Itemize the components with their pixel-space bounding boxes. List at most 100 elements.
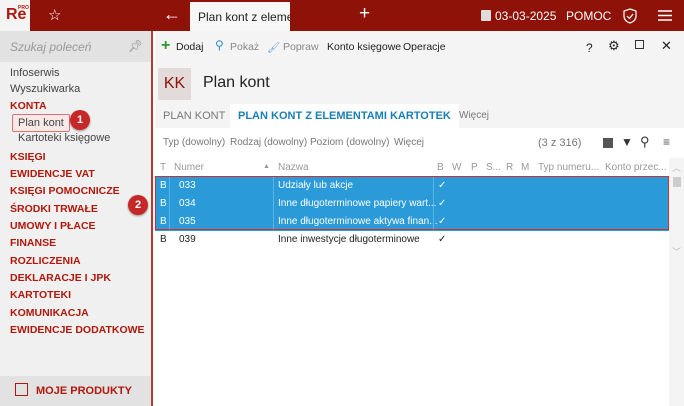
edit-brush-icon[interactable]: 🖌︎: [267, 41, 280, 54]
cell-b-check: ✓: [438, 198, 447, 209]
list-menu-icon[interactable]: ≡: [663, 135, 670, 149]
new-tab-plus-icon[interactable]: +: [359, 3, 370, 25]
calendar-icon[interactable]: [481, 10, 491, 21]
cell-t: B: [160, 216, 167, 227]
table-row[interactable]: B 033 Udziały lub akcje ✓: [155, 177, 669, 195]
top-bar: RePRO ☆ ← Plan kont z elementami kartote…: [0, 0, 684, 31]
shield-icon[interactable]: [623, 8, 637, 24]
sidebar-item-ewidencje-vat[interactable]: EWIDENCJE VAT: [10, 168, 95, 180]
sidebar-item-ksiegi[interactable]: KSIĘGI: [10, 151, 46, 163]
sidebar-item-kartoteki-ksiegowe[interactable]: Kartoteki księgowe: [18, 132, 110, 144]
add-icon[interactable]: +: [161, 37, 170, 55]
cell-b-check: ✓: [438, 216, 447, 227]
table-row[interactable]: B 039 Inne inwestycje długoterminowe ✓: [155, 231, 669, 249]
col-m[interactable]: M: [521, 162, 529, 173]
search-icon[interactable]: ⚲: [215, 38, 224, 52]
col-nazwa[interactable]: Nazwa: [278, 162, 309, 173]
cell-b-check: ✓: [438, 234, 447, 245]
sidebar-item-wyszukiwarka[interactable]: Wyszukiwarka: [10, 83, 80, 95]
document-tab[interactable]: Plan kont z elementami kartotek: [190, 2, 290, 31]
cell-b-check: ✓: [438, 180, 447, 191]
main-panel: + Dodaj ⚲ Pokaż 🖌︎ Popraw Konto księgowe…: [155, 31, 684, 406]
col-s[interactable]: S...: [486, 162, 501, 173]
edit-button[interactable]: Popraw: [283, 41, 319, 53]
cell-t: B: [160, 180, 167, 191]
col-typ-numeru[interactable]: Typ numeru...: [538, 162, 599, 173]
filter-funnel-icon[interactable]: ▼: [621, 135, 633, 149]
sidebar-item-umowy-i-place[interactable]: UMOWY I PŁACE: [10, 220, 96, 232]
cell-numer: 034: [179, 198, 196, 209]
products-icon: [15, 383, 28, 396]
table-header: T Numer ▲ Nazwa B W P S... R M Typ numer…: [155, 158, 669, 176]
sidebar-item-ksiegi-pomocnicze[interactable]: KSIĘGI POMOCNICZE: [10, 185, 120, 197]
cell-t: B: [160, 198, 167, 209]
search-placeholder: Szukaj poleceń: [10, 40, 92, 54]
table-row[interactable]: B 034 Inne długoterminowe papiery wart..…: [155, 195, 669, 213]
cell-numer: 033: [179, 180, 196, 191]
col-konto-przec[interactable]: Konto przec...: [605, 162, 667, 173]
sidebar-item-srodki-trwale[interactable]: ŚRODKI TRWAŁE: [10, 203, 98, 215]
tab-plan-kont-z-elementami[interactable]: PLAN KONT Z ELEMENTAMI KARTOTEK: [230, 104, 459, 128]
help-button[interactable]: ?: [586, 41, 593, 55]
sidebar-item-komunikacja[interactable]: KOMUNIKACJA: [10, 307, 89, 319]
restore-window-icon[interactable]: [635, 40, 644, 49]
filter-level[interactable]: Poziom (dowolny): [310, 137, 389, 148]
sidebar-item-infoserwis[interactable]: Infoserwis: [10, 67, 60, 79]
sidebar-item-ewidencje-dodatkowe[interactable]: EWIDENCJE DODATKOWE: [10, 324, 145, 336]
callout-1: 1: [70, 110, 90, 130]
view-tabs: PLAN KONT PLAN KONT Z ELEMENTAMI KARTOTE…: [155, 104, 684, 128]
tab-plan-kont[interactable]: PLAN KONT: [163, 110, 225, 122]
cell-nazwa: Inne długoterminowe papiery wart...: [278, 198, 437, 209]
cell-nazwa: Inne długoterminowe aktywa finan...: [278, 216, 438, 227]
col-numer[interactable]: Numer: [174, 162, 204, 173]
module-badge: KK: [158, 68, 191, 100]
sidebar-item-plan-kont[interactable]: Plan kont: [12, 114, 70, 132]
col-w[interactable]: W: [452, 162, 461, 173]
sidebar-item-rozliczenia[interactable]: ROZLICZENIA: [10, 255, 81, 267]
help-menu[interactable]: POMOC: [566, 9, 611, 23]
account-button[interactable]: Konto księgowe: [327, 41, 401, 53]
vertical-scrollbar[interactable]: ︿ ﹀: [669, 158, 684, 406]
sidebar-item-konta[interactable]: KONTA: [10, 100, 47, 112]
operations-button[interactable]: Operacje: [403, 41, 446, 53]
cell-numer: 039: [179, 234, 196, 245]
sort-asc-icon[interactable]: ▲: [263, 163, 270, 170]
callout-2: 2: [128, 195, 148, 215]
hamburger-menu-icon[interactable]: [658, 10, 672, 21]
col-t[interactable]: T: [160, 162, 166, 173]
app-logo[interactable]: Re PRO: [0, 0, 30, 31]
search-icon[interactable]: ⚲: [640, 134, 650, 150]
cell-nazwa: Inne inwestycje długoterminowe: [278, 234, 420, 245]
col-p[interactable]: P: [471, 162, 478, 173]
filter-bar: Typ (dowolny) Rodzaj (dowolny) Poziom (d…: [155, 128, 684, 158]
accounts-table: T Numer ▲ Nazwa B W P S... R M Typ numer…: [155, 158, 669, 406]
filter-type[interactable]: Typ (dowolny): [163, 137, 225, 148]
cell-numer: 035: [179, 216, 196, 227]
cell-t: B: [160, 234, 167, 245]
col-b[interactable]: B: [437, 162, 444, 173]
settings-gear-icon[interactable]: ⚙: [608, 38, 620, 54]
my-products-button[interactable]: MOJE PRODUKTY: [0, 376, 151, 406]
table-row[interactable]: B 035 Inne długoterminowe aktywa finan..…: [155, 213, 669, 231]
back-arrow-icon[interactable]: ←: [163, 4, 181, 25]
filter-kind[interactable]: Rodzaj (dowolny): [230, 137, 307, 148]
sidebar-item-deklaracje-i-jpk[interactable]: DEKLARACJE I JPK: [10, 272, 111, 284]
add-button[interactable]: Dodaj: [176, 41, 203, 53]
close-icon[interactable]: ✕: [661, 38, 672, 54]
col-r[interactable]: R: [506, 162, 513, 173]
date[interactable]: 03-03-2025: [495, 9, 556, 23]
my-products-label: MOJE PRODUKTY: [36, 385, 132, 397]
show-button[interactable]: Pokaż: [230, 41, 259, 53]
record-count: (3 z 316): [538, 137, 582, 149]
sidebar-item-finanse[interactable]: FINANSE: [10, 237, 56, 249]
pin-icon[interactable]: 📌︎: [128, 39, 143, 53]
command-search-input[interactable]: Szukaj poleceń 📌︎: [0, 31, 151, 62]
filter-more[interactable]: Więcej: [394, 137, 424, 148]
star-icon[interactable]: ☆: [48, 6, 61, 24]
sidebar-item-kartoteki[interactable]: KARTOTEKI: [10, 289, 71, 301]
tab-more[interactable]: Więcej: [459, 110, 489, 121]
cell-nazwa: Udziały lub akcje: [278, 180, 354, 191]
logo-sup: PRO: [18, 5, 29, 11]
sidebar: Szukaj poleceń 📌︎ Infoserwis Wyszukiwarka…: [0, 31, 153, 406]
export-icon[interactable]: [603, 138, 613, 148]
